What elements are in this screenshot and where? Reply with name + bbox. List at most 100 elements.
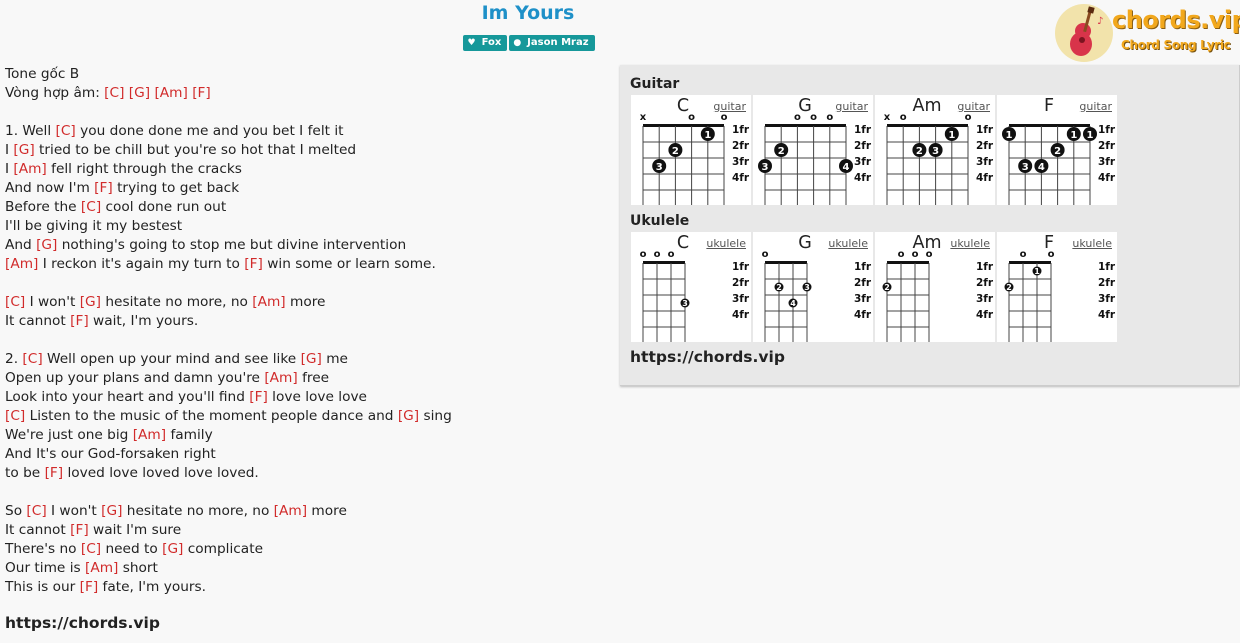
badge-artist[interactable]: ● Jason Mraz	[509, 35, 595, 51]
lyric-line: We're just one big [Am] family	[5, 426, 452, 445]
guitar-link[interactable]: guitar	[1079, 100, 1112, 113]
lyric-line: Vòng hợp âm: [C] [G] [Am] [F]	[5, 84, 452, 103]
chord-link[interactable]: [C]	[5, 294, 25, 310]
lyrics-block: Tone gốc B Vòng hợp âm: [C] [G] [Am] [F] …	[5, 65, 452, 597]
chord-link[interactable]: [F]	[70, 313, 89, 329]
fret-label: 2fr	[732, 277, 750, 289]
chord-link[interactable]: [C]	[22, 351, 42, 367]
guitar-link[interactable]: guitar	[713, 100, 746, 113]
finger-number: 2	[916, 146, 923, 157]
fret-label: 2fr	[976, 277, 994, 289]
chord-link[interactable]: [F]	[80, 579, 99, 595]
ukulele-link[interactable]: ukulele	[1072, 237, 1112, 250]
chord-link[interactable]: [G]	[301, 351, 322, 367]
chord-link[interactable]: [Am]	[264, 370, 297, 386]
lyric-text: sing	[419, 408, 452, 424]
lyric-line: 2. [C] Well open up your mind and see li…	[5, 350, 452, 369]
chord-link[interactable]: [G]	[162, 541, 183, 557]
lyric-text: I reckon it's again my turn to	[38, 256, 245, 272]
fret-label: 2fr	[854, 277, 872, 289]
guitar-link[interactable]: guitar	[835, 100, 868, 113]
fret-label: 4fr	[854, 172, 872, 184]
chord-link[interactable]: [Am]	[154, 85, 187, 101]
guitar-chord-diagram[interactable]: o o o 1fr 2fr 3fr 4fr 2 3 4 Gguitar	[753, 95, 873, 205]
lyric-line: And now I'm [F] trying to get back	[5, 179, 452, 198]
lyric-line: Tone gốc B	[5, 65, 452, 84]
lyric-line: Look into your heart and you'll find [F]…	[5, 388, 452, 407]
lyric-text: I won't	[46, 503, 102, 519]
fret-label: 3fr	[732, 156, 750, 168]
fret-label: 3fr	[732, 293, 750, 305]
guitar-chord-diagram[interactable]: x o o 1fr 2fr 3fr 4fr 1 2 3 Cguitar	[631, 95, 751, 205]
finger-number: 3	[682, 299, 688, 308]
badge-category[interactable]: ♥ Fox	[463, 35, 508, 51]
nut	[643, 261, 685, 264]
fret-label: 4fr	[732, 309, 750, 321]
ukulele-chord-diagram[interactable]: o 1fr 2fr 3fr 4fr 2 3 4 Gukulele	[753, 232, 873, 342]
chord-link[interactable]: [C]	[81, 199, 101, 215]
chord-link[interactable]: [Am]	[13, 161, 46, 177]
lyric-text: Before the	[5, 199, 81, 215]
chord-link[interactable]: [F]	[249, 389, 268, 405]
chord-link[interactable]: [G]	[129, 85, 150, 101]
chord-link[interactable]: [Am]	[85, 560, 118, 576]
chord-link[interactable]: [G]	[101, 503, 122, 519]
site-logo[interactable]: ♪ chords.vip Chord Song Lyric	[1054, 2, 1240, 62]
guitar-chord-diagram[interactable]: x o o 1fr 2fr 3fr 4fr 1 2 3 Am guitar	[875, 95, 995, 205]
lyric-text: Tone gốc B	[5, 66, 80, 82]
ukulele-link[interactable]: ukulele	[950, 237, 990, 250]
finger-number: 2	[672, 146, 679, 157]
chord-link[interactable]: [G]	[13, 142, 34, 158]
ukulele-section-title: Ukulele	[630, 213, 690, 229]
guitar-link[interactable]: guitar	[957, 100, 990, 113]
ukulele-chord-diagram[interactable]: o o o 1fr 2fr 3fr 4fr 2 Am ukulele	[875, 232, 995, 342]
lyric-line	[5, 331, 452, 350]
chord-link[interactable]: [Am]	[252, 294, 285, 310]
lyric-text: Vòng hợp âm:	[5, 85, 105, 101]
chord-link[interactable]: [Am]	[133, 427, 166, 443]
chord-link[interactable]: [F]	[70, 522, 89, 538]
chord-link[interactable]: [F]	[94, 180, 113, 196]
chord-link[interactable]: [G]	[398, 408, 419, 424]
logo-subtitle: Chord Song Lyric	[1121, 38, 1231, 52]
lyric-text: nothing's going to stop me but divine in…	[57, 237, 407, 253]
chord-link[interactable]: [Am]	[5, 256, 38, 272]
lyric-line: So [C] I won't [G] hesitate no more, no …	[5, 502, 452, 521]
chord-link[interactable]: [C]	[56, 123, 76, 139]
lyric-text: And	[5, 237, 37, 253]
lyric-text: family	[166, 427, 213, 443]
chord-link[interactable]: [C]	[26, 503, 46, 519]
lyric-text: And now I'm	[5, 180, 95, 196]
chord-link[interactable]: [C]	[5, 408, 25, 424]
lyric-line: Before the [C] cool done run out	[5, 198, 452, 217]
ukulele-chord-diagram[interactable]: o o 1fr 2fr 3fr 4fr 1 2 Fukulele	[997, 232, 1117, 342]
chord-link[interactable]: [C]	[81, 541, 101, 557]
finger-number: 3	[804, 283, 810, 292]
chord-link[interactable]: [G]	[80, 294, 101, 310]
footer-url[interactable]: https://chords.vip	[5, 614, 160, 632]
finger-number: 3	[932, 146, 939, 157]
ukulele-link[interactable]: ukulele	[706, 237, 746, 250]
finger-number: 2	[1054, 146, 1061, 157]
chord-link[interactable]: [F]	[244, 256, 263, 272]
nut	[765, 124, 846, 127]
nut	[1009, 124, 1090, 127]
ukulele-chord-diagram[interactable]: o o o 1fr 2fr 3fr 4fr 3 Cukulele	[631, 232, 751, 342]
chord-link[interactable]: [G]	[36, 237, 57, 253]
lyric-line: I'll be giving it my bestest	[5, 217, 452, 236]
lyric-text: hesitate no more, no	[101, 294, 253, 310]
panel-url[interactable]: https://chords.vip	[630, 348, 785, 366]
finger-number: 3	[762, 162, 769, 173]
chord-link[interactable]: [Am]	[274, 503, 307, 519]
finger-number: 1	[948, 130, 955, 141]
chord-link[interactable]: [C]	[104, 85, 124, 101]
fret-label: 1fr	[732, 124, 750, 136]
lyric-line	[5, 483, 452, 502]
ukulele-link[interactable]: ukulele	[828, 237, 868, 250]
fret-label: 4fr	[1098, 172, 1116, 184]
guitar-chord-diagram[interactable]: 1fr 2fr 3fr 4fr 1 1 1 2 3 4 Fguitar	[997, 95, 1117, 205]
chord-link[interactable]: [F]	[45, 465, 64, 481]
lyric-text: free	[297, 370, 330, 386]
nut	[643, 124, 724, 127]
chord-link[interactable]: [F]	[192, 85, 211, 101]
